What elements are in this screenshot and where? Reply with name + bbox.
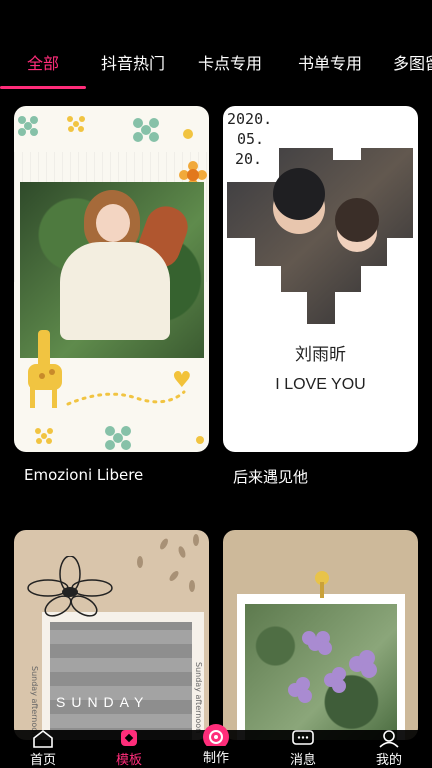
- giraffe-icon: [28, 330, 62, 408]
- nav-home[interactable]: 首页: [8, 730, 78, 768]
- tab-booklist[interactable]: 书单专用: [298, 50, 362, 74]
- tab-all[interactable]: 全部: [27, 50, 59, 74]
- nav-template[interactable]: 模板: [94, 730, 164, 768]
- floral-border-bottom: [35, 426, 204, 450]
- profile-icon: [379, 730, 399, 748]
- nav-create[interactable]: 制作: [181, 724, 251, 766]
- message-icon: [292, 730, 314, 745]
- flower-cluster: [288, 631, 377, 703]
- active-tab-indicator: [0, 86, 86, 89]
- date-line-year: 2020.: [227, 110, 273, 128]
- home-icon: [33, 730, 53, 748]
- template-card[interactable]: ♥: [14, 106, 209, 452]
- tab-beat-sync[interactable]: 卡点专用: [198, 50, 262, 74]
- sunday-text: SUNDAY: [56, 694, 150, 710]
- template-card[interactable]: [223, 530, 418, 740]
- nav-messages[interactable]: 消息: [268, 730, 338, 768]
- template-title: Emozioni Libere: [24, 466, 144, 484]
- template-card[interactable]: SUNDAY Sunday afternoon Sunday afternoon: [14, 530, 209, 740]
- bottom-navigation: 首页 模板 制作 消息 我的: [0, 724, 432, 768]
- nav-profile[interactable]: 我的: [354, 730, 424, 768]
- date-line-month: 05.: [237, 130, 265, 148]
- floral-border-top: [18, 116, 193, 142]
- flower-sketch-icon: [27, 556, 113, 617]
- pushpin-icon: [315, 571, 329, 598]
- side-caption-left: Sunday afternoon: [30, 666, 39, 738]
- love-text: I LOVE YOU: [275, 376, 366, 393]
- template-card[interactable]: 2020. 05. 20. 刘雨昕 I LOVE YOU: [223, 106, 418, 452]
- side-caption-right: Sunday afternoon: [194, 662, 203, 734]
- tab-multi-image[interactable]: 多图留: [393, 50, 432, 74]
- dotted-trail: [66, 390, 186, 406]
- template-photo: [50, 622, 192, 740]
- tab-douyin-hot[interactable]: 抖音热门: [101, 50, 165, 74]
- create-icon: [203, 724, 229, 746]
- heart-icon: ♥: [172, 368, 192, 393]
- heart-shaped-photo: [227, 148, 413, 324]
- template-icon: [121, 730, 137, 746]
- template-title: 后来遇见他: [233, 468, 309, 486]
- couple-name: 刘雨昕: [295, 345, 346, 365]
- category-tabs: 全部 抖音热门 卡点专用 书单专用 多图留: [0, 0, 432, 92]
